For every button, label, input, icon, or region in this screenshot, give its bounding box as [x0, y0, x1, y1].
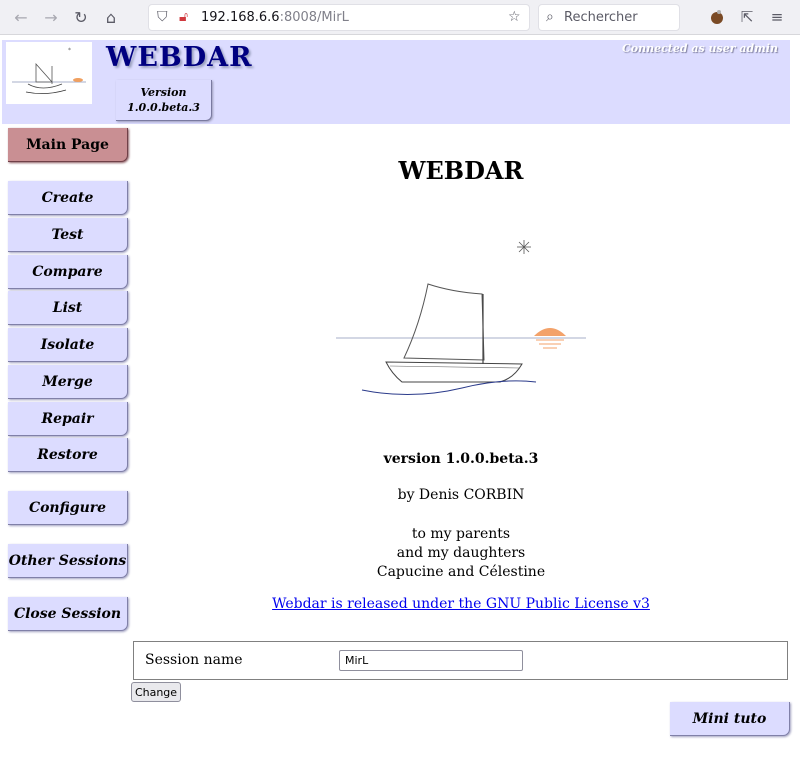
dedication-line-3: Capucine and Célestine	[376, 564, 546, 580]
home-icon[interactable]: ⌂	[100, 6, 122, 28]
bookmark-star-icon[interactable]: ☆	[508, 9, 521, 25]
search-bar[interactable]: ⌕ Rechercher	[538, 4, 680, 31]
version-tab: Version 1.0.0.beta.3	[116, 80, 212, 121]
reload-icon[interactable]: ↻	[70, 6, 92, 28]
menu-merge-button[interactable]: Merge	[8, 365, 128, 399]
webdar-logo: *	[6, 42, 92, 104]
url-text[interactable]: 192.168.6.6:8008/MirL	[201, 10, 349, 25]
session-name-form: Session name	[133, 641, 788, 680]
svg-text:*: *	[68, 47, 71, 54]
search-icon: ⌕	[546, 9, 554, 25]
back-icon[interactable]: ←	[10, 6, 32, 28]
license-link[interactable]: Webdar is released under the GNU Public …	[272, 596, 650, 612]
browser-toolbar: ← → ↻ ⌂ ⛉ 🔓︎ 192.168.6.6:8008/MirL ☆ ⌕ R…	[0, 0, 800, 35]
address-bar[interactable]: ⛉ 🔓︎ 192.168.6.6:8008/MirL ☆	[148, 4, 530, 31]
menu-other-sessions-button[interactable]: Other Sessions	[8, 544, 128, 578]
menu-main-page-button[interactable]: Main Page	[8, 128, 128, 162]
session-name-input[interactable]	[339, 650, 523, 671]
session-name-label: Session name	[145, 652, 243, 668]
menu-isolate-button[interactable]: Isolate	[8, 328, 128, 362]
menu-test-button[interactable]: Test	[8, 218, 128, 252]
mini-tuto-button[interactable]: Mini tuto	[670, 702, 790, 736]
sailboat-illustration	[332, 232, 592, 406]
menu-list-button[interactable]: List	[8, 291, 128, 325]
menu-hamburger-icon[interactable]: ≡	[766, 6, 788, 28]
search-placeholder: Rechercher	[564, 10, 638, 25]
menu-restore-button[interactable]: Restore	[8, 438, 128, 472]
shield-icon[interactable]: ⛉	[157, 9, 168, 25]
insecure-lock-icon[interactable]: 🔓︎	[179, 9, 188, 25]
license-link-row: Webdar is released under the GNU Public …	[132, 596, 790, 612]
app-title: WEBDAR	[106, 42, 253, 73]
menu-repair-button[interactable]: Repair	[8, 402, 128, 436]
menu-create-button[interactable]: Create	[8, 181, 128, 215]
author-text: by Denis CORBIN	[397, 487, 525, 503]
url-host: 192.168.6.6	[201, 10, 280, 25]
version-number: 1.0.0.beta.3	[127, 101, 200, 114]
page-title: WEBDAR	[398, 156, 524, 185]
connected-user-text: Connected as user admin	[622, 42, 778, 55]
menu-close-session-button[interactable]: Close Session	[8, 597, 128, 631]
dedication-line-2: and my daughters	[396, 545, 526, 561]
menu-configure-button[interactable]: Configure	[8, 491, 128, 525]
forward-icon[interactable]: →	[40, 6, 62, 28]
change-button[interactable]: Change	[131, 682, 181, 702]
extension-cookie-icon[interactable]	[706, 6, 728, 28]
url-path: :8008/MirL	[279, 10, 349, 25]
version-label: Version	[140, 86, 187, 99]
menu-compare-button[interactable]: Compare	[8, 255, 128, 289]
dedication-line-1: to my parents	[411, 526, 511, 542]
extensions-icon[interactable]: ⇱	[736, 6, 758, 28]
version-text: version 1.0.0.beta.3	[383, 451, 539, 467]
